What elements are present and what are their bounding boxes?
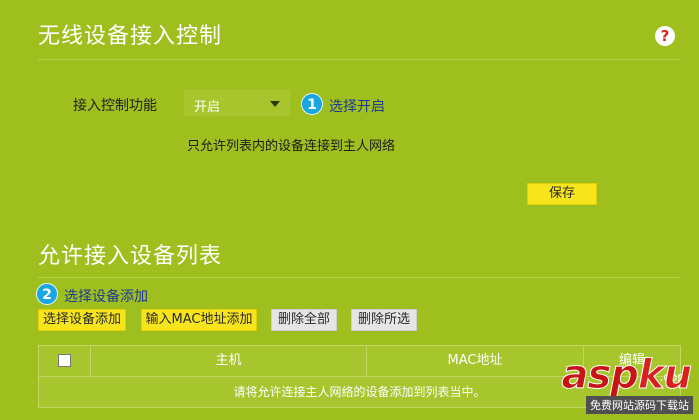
delete-all-button[interactable]: 删除全部 [271, 309, 337, 331]
chevron-down-icon [270, 101, 280, 107]
section-title-allowed-list: 允许接入设备列表 [38, 244, 223, 269]
access-control-label: 接入控制功能 [73, 98, 157, 114]
section-divider [38, 59, 681, 60]
save-button[interactable]: 保存 [527, 183, 597, 205]
select-device-add-button[interactable]: 选择设备添加 [38, 309, 126, 331]
input-mac-add-button[interactable]: 输入MAC地址添加 [141, 309, 257, 331]
column-header-host: 主机 [215, 353, 242, 368]
section-divider [38, 277, 681, 278]
watermark-logo-asp: asp [561, 352, 639, 399]
column-header-mac: MAC地址 [447, 353, 503, 368]
annotation-badge-2: 2 [36, 283, 58, 305]
question-icon[interactable]: ? [655, 26, 675, 46]
watermark-subtitle: 免费网站源码下载站 [586, 396, 693, 414]
watermark-logo: aspku [561, 352, 693, 399]
access-control-hint: 只允许列表内的设备连接到主人网络 [187, 139, 396, 154]
annotation-text-2: 选择设备添加 [64, 289, 148, 305]
select-value: 开启 [194, 100, 221, 115]
select-all-checkbox[interactable] [58, 354, 71, 367]
annotation-badge-1: 1 [301, 93, 323, 115]
section-title-access-control: 无线设备接入控制 [38, 24, 223, 49]
watermark-logo-ku: ku [637, 352, 692, 399]
annotation-text-1: 选择开启 [329, 99, 385, 115]
access-control-select[interactable]: 开启 [183, 89, 291, 117]
delete-selected-button[interactable]: 删除所选 [351, 309, 417, 331]
